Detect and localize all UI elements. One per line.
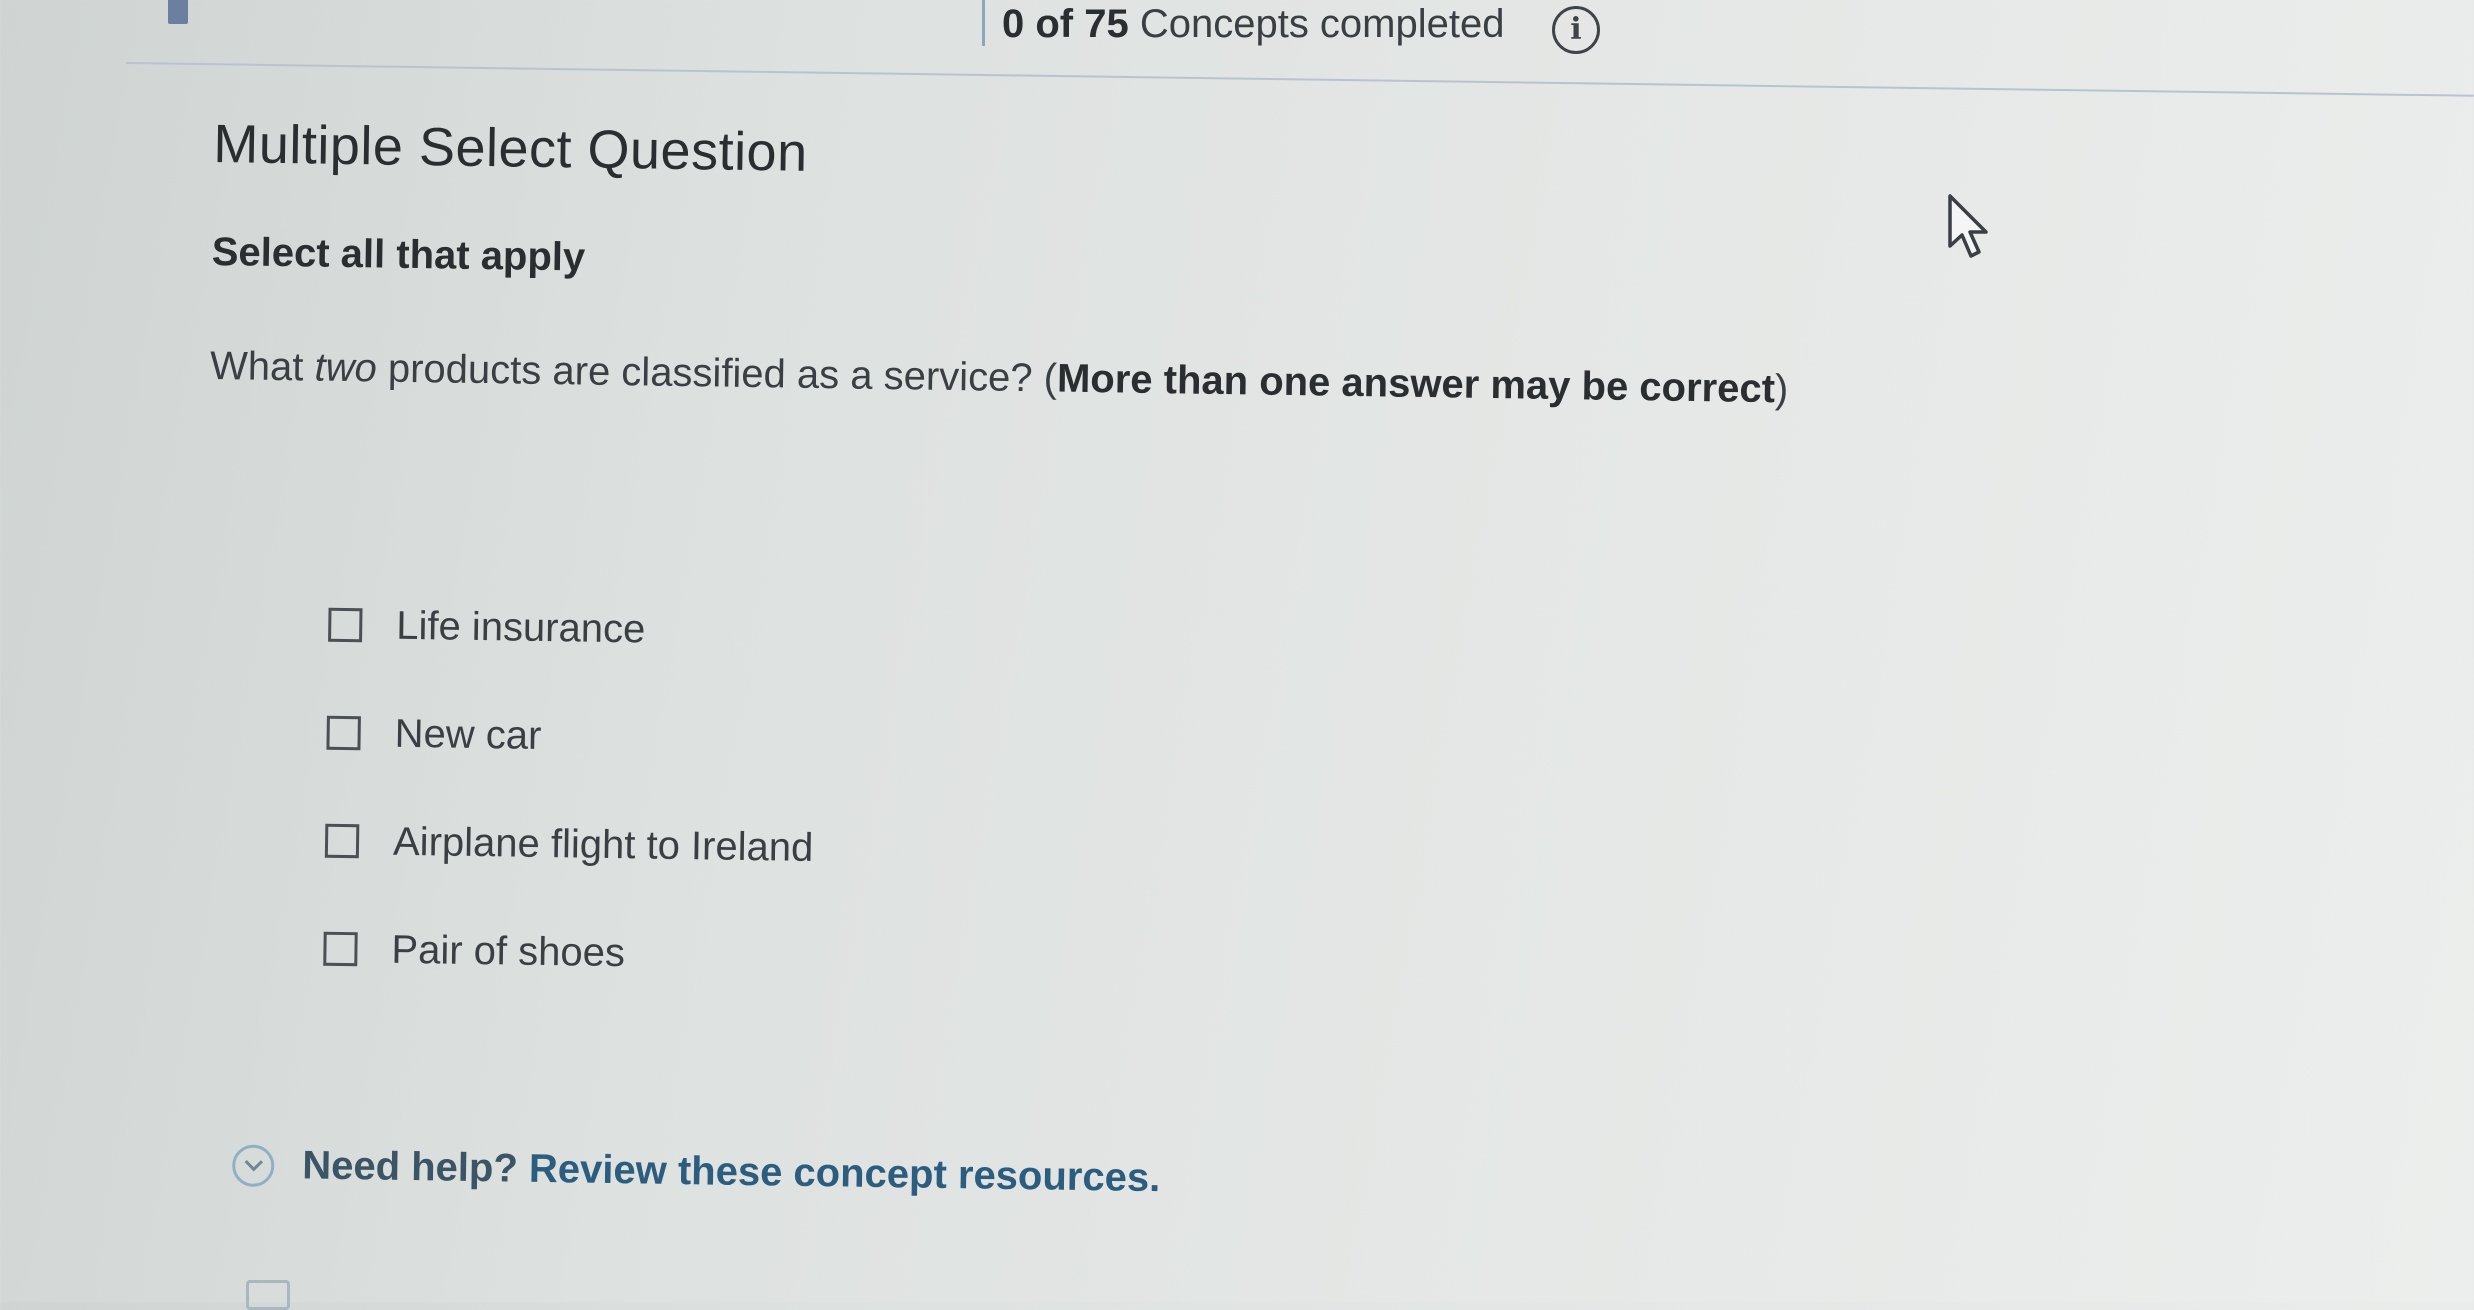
bookmark-icon[interactable] <box>168 0 188 24</box>
answer-option-label: Life insurance <box>395 603 646 651</box>
question-prompt: What two products are classified as a se… <box>210 344 1789 412</box>
answer-checkbox[interactable] <box>326 715 361 751</box>
answer-checkbox[interactable] <box>328 607 363 643</box>
progress-count: 0 of 75 <box>1002 2 1129 46</box>
prompt-emphasis: two <box>314 345 378 391</box>
info-icon[interactable]: i <box>1552 6 1600 54</box>
answer-option[interactable]: Pair of shoes <box>323 895 1324 1018</box>
answer-options: Life insurance New car Airplane flight t… <box>323 571 1329 1018</box>
answer-option-label: Airplane flight to Ireland <box>392 819 814 870</box>
prompt-start: What <box>209 343 315 390</box>
prompt-end: ) <box>1774 367 1789 412</box>
help-lead: Need help? <box>301 1143 519 1191</box>
question-type-title: Multiple Select Question <box>212 113 809 183</box>
help-link-text: Review these concept resources. <box>517 1146 1161 1201</box>
answer-option-label: New car <box>394 711 542 758</box>
progress-status: 0 of 75 Concepts completed <box>1002 0 1504 50</box>
progress-label: Concepts completed <box>1128 2 1505 46</box>
top-divider <box>982 0 985 46</box>
question-panel: Multiple Select Question Select all that… <box>210 104 2014 1200</box>
question-instruction: Select all that apply <box>211 229 586 280</box>
mouse-pointer-icon <box>1948 194 1988 258</box>
answer-option[interactable]: Airplane flight to Ireland <box>324 787 1325 910</box>
answer-option[interactable]: New car <box>326 679 1327 802</box>
header-divider <box>125 62 2474 97</box>
chevron-down-icon[interactable] <box>231 1143 275 1187</box>
prompt-middle: products are classified as a service? ( <box>376 346 1058 401</box>
answer-checkbox[interactable] <box>324 823 360 859</box>
answer-option[interactable]: Life insurance <box>327 571 1328 694</box>
help-resources-toggle[interactable]: Need help? Review these concept resource… <box>231 1142 1161 1201</box>
help-resources-link[interactable]: Need help? Review these concept resource… <box>302 1143 1161 1201</box>
answer-option-label: Pair of shoes <box>391 927 626 975</box>
answer-checkbox[interactable] <box>323 931 358 967</box>
prompt-bold: More than one answer may be correct <box>1056 356 1776 412</box>
resource-icon[interactable] <box>246 1280 290 1310</box>
top-bar: 0 of 75 Concepts completed i <box>0 0 2474 62</box>
